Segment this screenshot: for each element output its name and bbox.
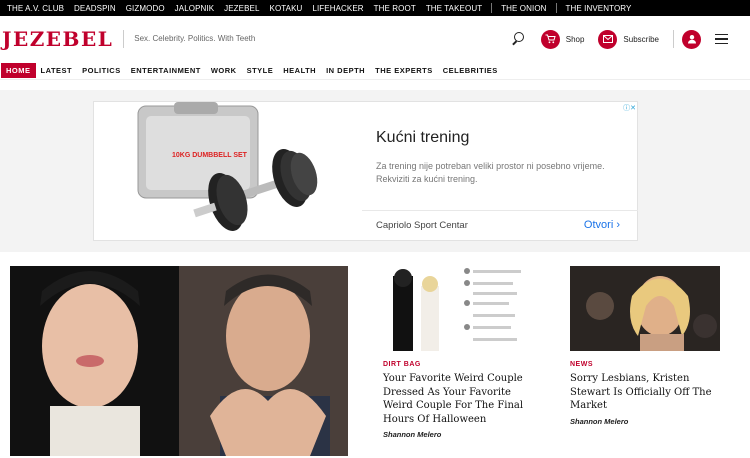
nav-item-entertainment[interactable]: ENTERTAINMENT xyxy=(126,63,206,78)
article-category[interactable]: NEWS xyxy=(570,361,720,368)
ad-band: 10KG DUMBBELL SET ⓘ✕ Kućni trening Za tr… xyxy=(0,90,750,252)
menu-icon[interactable] xyxy=(715,31,728,48)
header-divider xyxy=(673,30,674,48)
network-link-jezebel[interactable]: JEZEBEL xyxy=(219,4,264,13)
site-logo[interactable]: JEZEBEL xyxy=(0,27,113,51)
nav-item-in-depth[interactable]: IN DEPTH xyxy=(321,63,370,78)
site-tagline: Sex. Celebrity. Politics. With Teeth xyxy=(123,30,255,48)
search-icon[interactable] xyxy=(511,31,527,47)
section-nav: HOME LATEST POLITICS ENTERTAINMENT WORK … xyxy=(0,62,750,80)
article-headline[interactable]: Sorry Lesbians, Kristen Stewart Is Offic… xyxy=(570,372,720,413)
article-thumbnail[interactable] xyxy=(570,266,720,351)
network-link-theinventory[interactable]: THE INVENTORY xyxy=(561,4,637,13)
network-link-theroot[interactable]: THE ROOT xyxy=(369,4,421,13)
cart-icon[interactable] xyxy=(540,29,560,49)
article-card[interactable]: DIRT BAG Your Favorite Weird Couple Dres… xyxy=(383,266,533,439)
nav-item-work[interactable]: WORK xyxy=(206,63,242,78)
ad-open-button[interactable]: Otvori › xyxy=(584,219,620,231)
network-link-kotaku[interactable]: KOTAKU xyxy=(265,4,308,13)
adchoices-icon[interactable]: ⓘ✕ xyxy=(623,103,636,113)
article-byline[interactable]: Shannon Melero xyxy=(383,430,533,439)
nav-item-style[interactable]: STYLE xyxy=(242,63,279,78)
ad-description: Za trening nije potreban veliki prostor … xyxy=(376,161,605,184)
chevron-right-icon: › xyxy=(616,219,620,231)
network-link-thetakeout[interactable]: THE TAKEOUT xyxy=(421,4,487,13)
ad-title[interactable]: Kućni trening xyxy=(376,129,469,147)
network-link-lifehacker[interactable]: LIFEHACKER xyxy=(307,4,368,13)
network-link-deadspin[interactable]: DEADSPIN xyxy=(69,4,121,13)
nav-item-politics[interactable]: POLITICS xyxy=(77,63,126,78)
network-link-avclub[interactable]: THE A.V. CLUB xyxy=(2,4,69,13)
nav-item-the-experts[interactable]: THE EXPERTS xyxy=(370,63,438,78)
ad-advertiser: Capriolo Sport Centar xyxy=(376,220,468,231)
subscribe-link[interactable]: Subscribe xyxy=(623,35,659,44)
network-divider xyxy=(491,3,493,13)
site-header: JEZEBEL Sex. Celebrity. Politics. With T… xyxy=(0,16,750,62)
mail-icon[interactable] xyxy=(598,29,618,49)
ad-copy: ⓘ✕ Kućni trening Za trening nije potreba… xyxy=(362,102,638,240)
ad-image[interactable]: 10KG DUMBBELL SET xyxy=(94,102,362,240)
article-byline[interactable]: Shannon Melero xyxy=(570,417,720,426)
nav-item-health[interactable]: HEALTH xyxy=(278,63,321,78)
network-divider xyxy=(555,3,557,13)
article-category[interactable]: DIRT BAG xyxy=(383,361,533,368)
header-actions: Shop Subscribe xyxy=(511,16,728,62)
network-link-jalopnik[interactable]: JALOPNIK xyxy=(170,4,219,13)
article-card[interactable]: NEWS Sorry Lesbians, Kristen Stewart Is … xyxy=(570,266,720,426)
user-icon[interactable] xyxy=(682,29,701,49)
network-link-theonion[interactable]: THE ONION xyxy=(496,4,551,13)
nav-item-home[interactable]: HOME xyxy=(1,63,36,78)
article-headline[interactable]: Your Favorite Weird Couple Dressed As Yo… xyxy=(383,372,533,426)
article-thumbnail[interactable] xyxy=(383,266,533,351)
shop-link[interactable]: Shop xyxy=(566,35,585,44)
nav-item-latest[interactable]: LATEST xyxy=(36,63,78,78)
network-link-gizmodo[interactable]: GIZMODO xyxy=(121,4,170,13)
network-bar: THE A.V. CLUB DEADSPIN GIZMODO JALOPNIK … xyxy=(0,0,750,16)
hero-image[interactable] xyxy=(10,266,348,456)
nav-item-celebrities[interactable]: CELEBRITIES xyxy=(438,63,503,78)
ad-unit[interactable]: 10KG DUMBBELL SET ⓘ✕ Kućni trening Za tr… xyxy=(93,101,638,241)
ad-footer: Capriolo Sport Centar Otvori › xyxy=(362,210,638,240)
ad-product-label: 10KG DUMBBELL SET xyxy=(172,152,248,159)
